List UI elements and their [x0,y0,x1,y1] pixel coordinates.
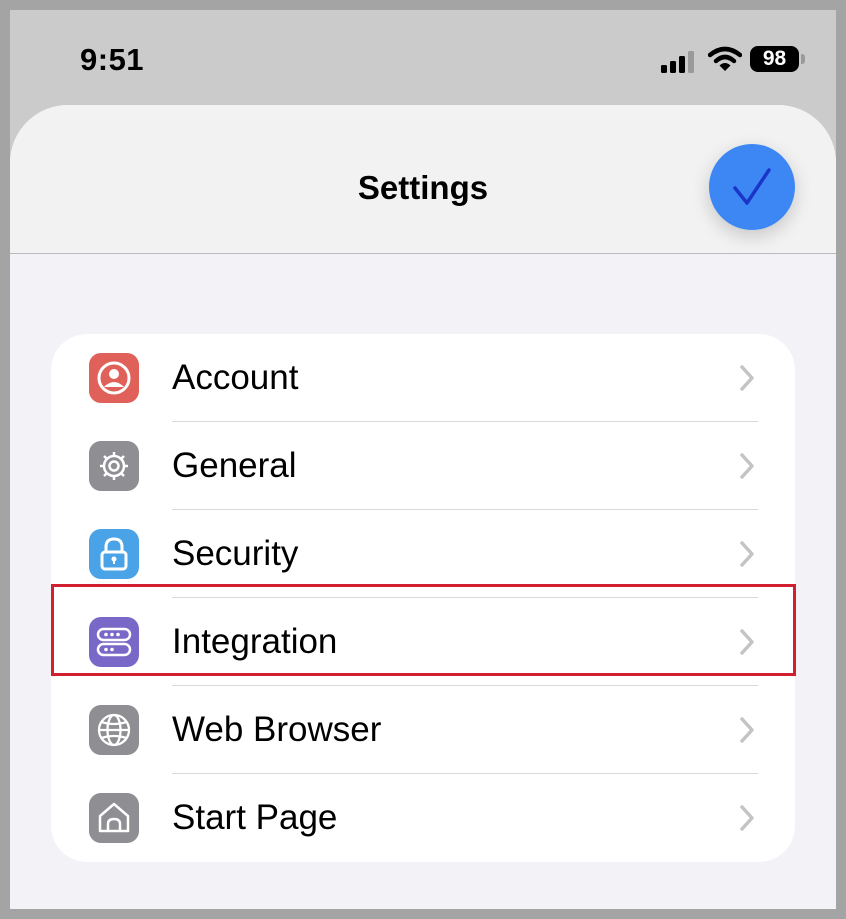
gear-icon [89,441,139,491]
settings-row-web-browser[interactable]: Web Browser [51,686,795,774]
chevron-right-icon [740,805,754,831]
settings-row-label: General [172,446,297,485]
battery-icon: 98 [750,46,806,72]
settings-row-label: Account [172,358,299,397]
status-time: 9:51 [80,42,145,77]
settings-sheet: Settings Account General Security Integr… [10,105,836,909]
wifi-icon [708,46,742,71]
chevron-right-icon [740,453,754,479]
battery-tip [801,54,805,64]
settings-row-start-page[interactable]: Start Page [51,774,795,862]
person-circle-icon [89,353,139,403]
settings-row-label: Web Browser [172,710,382,749]
status-bar: 9:51 98 [10,10,836,105]
integration-highlight [51,584,796,676]
signal-icon [661,51,694,73]
settings-row-label: Security [172,534,299,573]
lock-icon [89,529,139,579]
globe-icon [89,705,139,755]
checkmark-icon [733,168,771,205]
chevron-right-icon [740,717,754,743]
phone-screen: 9:51 98 Settings Account General Securit… [10,10,836,909]
sheet-header: Settings [10,105,836,254]
chevron-right-icon [740,365,754,391]
settings-row-label: Start Page [172,798,338,837]
battery-level: 98 [750,46,799,72]
done-button[interactable] [709,144,795,230]
settings-row-account[interactable]: Account [51,334,795,422]
settings-row-general[interactable]: General [51,422,795,510]
home-icon [89,793,139,843]
chevron-right-icon [740,541,754,567]
